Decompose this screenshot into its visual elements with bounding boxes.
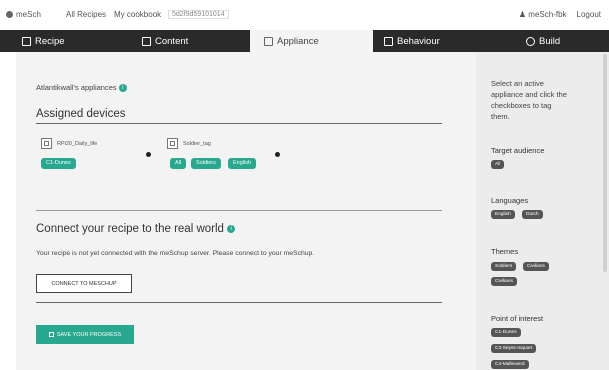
user-name: meSch-fbk — [528, 10, 567, 19]
device-status-dot — [275, 152, 280, 157]
brand-name: meSch — [16, 10, 41, 19]
device-status-dot — [146, 152, 151, 157]
theme-civilians[interactable]: Civilians — [523, 262, 549, 271]
divider — [36, 210, 442, 211]
device-rpi20[interactable]: RPi20_Daily_life — [41, 138, 97, 149]
tab-content-label: Content — [155, 35, 189, 47]
tab-content[interactable]: Content — [128, 30, 250, 52]
tag-sidebar: Select an active appliance and click the… — [476, 52, 609, 370]
sidebar-instructions: Select an active appliance and click the… — [491, 78, 567, 122]
tag-english[interactable]: English — [228, 158, 257, 169]
instruction-line: checkboxes to tag — [491, 101, 552, 110]
appliances-label: Atlantikwall's appliances — [36, 83, 117, 92]
languages-heading: Languages — [491, 196, 529, 205]
appliance-panel: Atlantikwall's appliances i Assigned dev… — [16, 52, 476, 370]
target-audience-all[interactable]: All — [491, 160, 505, 169]
instruction-line: Select an active — [491, 79, 544, 88]
device-name: RPi20_Daily_life — [57, 140, 98, 147]
tab-build[interactable]: Build — [496, 30, 609, 52]
gear-icon — [526, 36, 535, 46]
brand[interactable]: meSch — [6, 10, 41, 19]
save-progress-label: SAVE YOUR PROGRESS — [56, 331, 122, 338]
tab-behaviour-label: Behaviour — [397, 35, 440, 47]
tag-all[interactable]: All — [170, 158, 187, 169]
info-icon[interactable]: i — [118, 84, 127, 93]
theme-civilians-2[interactable]: Civilians — [491, 277, 517, 286]
device-soldier-tag[interactable]: Soldier_tag — [167, 138, 211, 149]
device-icon — [41, 138, 52, 149]
poi-c4-mallewerd[interactable]: C4-Mallewerd — [491, 360, 529, 369]
tab-appliance[interactable]: Appliance — [250, 30, 373, 52]
recipe-icon — [22, 36, 31, 46]
save-icon — [48, 332, 54, 337]
language-english[interactable]: English — [491, 210, 515, 219]
poi-c1-dunes[interactable]: C1-Dunes — [491, 328, 521, 337]
nav-my-cookbook[interactable]: My cookbook — [114, 10, 161, 19]
themes-heading: Themes — [491, 247, 519, 256]
divider — [36, 302, 442, 303]
tab-bar: Recipe Content Appliance Behaviour Build — [0, 30, 609, 52]
monitor-icon — [142, 36, 151, 46]
divider — [36, 123, 442, 124]
instruction-line: them. — [491, 112, 510, 121]
info-icon[interactable]: i — [227, 224, 236, 233]
connect-title: Connect your recipe to the real world i — [36, 223, 236, 235]
theme-soldiers[interactable]: Soldiers — [491, 262, 517, 271]
tab-recipe-label: Recipe — [35, 35, 65, 47]
connect-to-meschup-button[interactable]: CONNECT TO MESCHUP — [36, 274, 132, 293]
language-dutch[interactable]: Dutch — [522, 210, 543, 219]
connect-title-text: Connect your recipe to the real world — [36, 223, 224, 235]
list-icon — [384, 36, 393, 46]
save-progress-button[interactable]: SAVE YOUR PROGRESS — [36, 325, 134, 344]
tag-soldiers[interactable]: Soldiers — [191, 158, 221, 169]
sidebar-scrollbar[interactable] — [603, 54, 607, 272]
tab-recipe[interactable]: Recipe — [0, 30, 128, 52]
assigned-devices-title: Assigned devices — [36, 108, 126, 120]
poi-c3-seyss-inquart[interactable]: C3-Seyss-Inquart — [491, 344, 537, 353]
nav-all-recipes[interactable]: All Recipes — [66, 10, 106, 19]
device-icon — [264, 36, 273, 46]
recipe-id: 5d2f9d59101014 — [168, 10, 229, 19]
appliances-heading: Atlantikwall's appliances i — [36, 83, 127, 93]
logout-link[interactable]: Logout — [577, 10, 601, 19]
poi-heading: Point of interest — [491, 314, 544, 323]
target-audience-heading: Target audience — [491, 146, 545, 155]
top-bar: meSch All Recipes My cookbook 5d2f9d5910… — [0, 0, 609, 30]
top-nav: All Recipes My cookbook — [66, 10, 161, 19]
device-name: Soldier_tag — [183, 140, 211, 147]
tab-appliance-label: Appliance — [277, 35, 319, 47]
device-icon — [167, 138, 178, 149]
mesch-logo-icon — [6, 11, 13, 18]
tag-c1-dunes[interactable]: C1-Dunes — [41, 158, 76, 169]
user-link[interactable]: ♟ meSch-fbk — [519, 10, 567, 19]
tab-behaviour[interactable]: Behaviour — [373, 30, 496, 52]
user-menu: ♟ meSch-fbk Logout — [519, 10, 601, 19]
instruction-line: appliance and click the — [491, 90, 567, 99]
tab-build-label: Build — [539, 35, 561, 47]
connect-description: Your recipe is not yet connected with th… — [36, 250, 315, 257]
